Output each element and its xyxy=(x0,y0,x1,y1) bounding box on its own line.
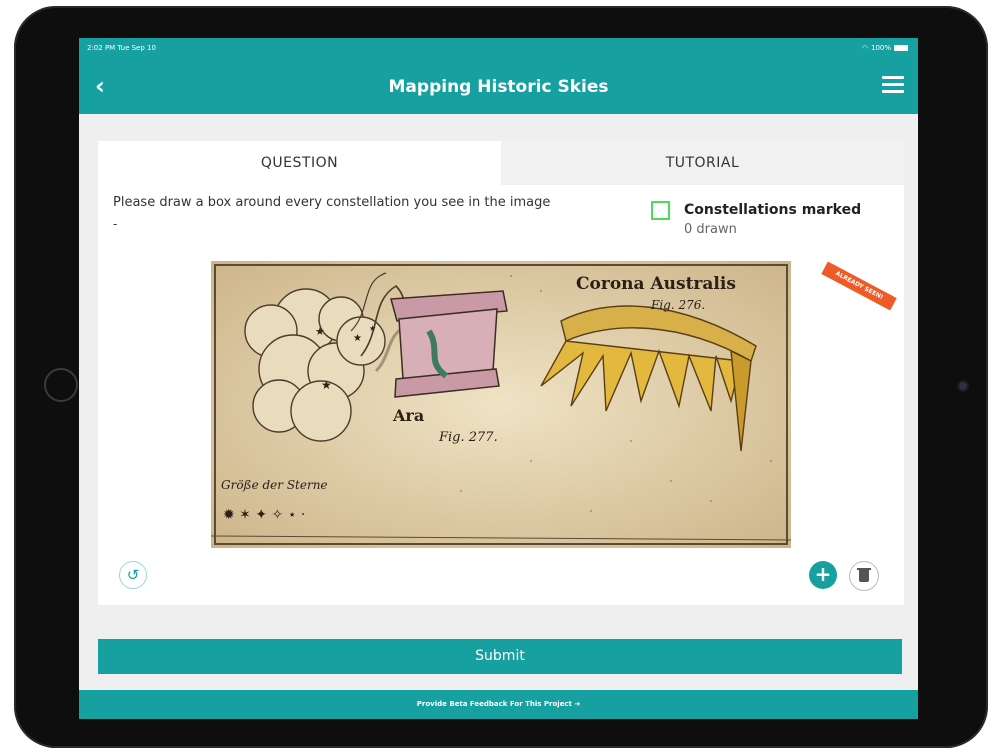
tab-question[interactable]: QUESTION xyxy=(98,141,501,185)
label-corona-figure: Fig. 276. xyxy=(650,298,705,312)
label-ara-figure: Fig. 277. xyxy=(438,430,498,445)
beta-feedback-link[interactable]: Provide Beta Feedback For This Project ➔ xyxy=(79,690,918,719)
tab-bar: QUESTION TUTORIAL xyxy=(98,141,904,185)
svg-text:★: ★ xyxy=(353,333,362,344)
status-bar: 2:02 PM Tue Sep 10 ◠ 100% xyxy=(79,38,918,60)
tool-label[interactable]: Constellations marked xyxy=(684,202,861,218)
wifi-icon: ◠ xyxy=(861,44,868,52)
already-seen-badge: ALREADY SEEN! xyxy=(821,261,897,311)
page-title: Mapping Historic Skies xyxy=(388,77,609,97)
star-size-legend-icons: ✹ ✶ ✦ ✧ ⋆ · xyxy=(223,507,305,523)
label-star-size-legend: Größe der Sterne xyxy=(221,478,328,492)
question-text: Please draw a box around every constella… xyxy=(113,195,551,210)
svg-text:★: ★ xyxy=(315,325,325,338)
add-mark-button[interactable]: + xyxy=(809,561,837,589)
star-chart-illustration: ★ ★ ★ ★ Corona Australis Fig. 276. Ara F… xyxy=(211,261,791,548)
home-button[interactable] xyxy=(44,368,78,402)
tool-count: 0 drawn xyxy=(684,222,737,237)
nav-bar: ‹ Mapping Historic Skies xyxy=(79,60,918,114)
delete-mark-button[interactable] xyxy=(849,561,879,591)
battery-icon xyxy=(894,45,908,51)
menu-button[interactable] xyxy=(882,76,904,94)
question-dash: - xyxy=(113,217,118,231)
hamburger-menu-icon xyxy=(882,76,904,79)
front-camera xyxy=(959,382,967,390)
task-card: QUESTION TUTORIAL Please draw a box arou… xyxy=(98,141,904,605)
app-screen: 2:02 PM Tue Sep 10 ◠ 100% ‹ Mapping Hist… xyxy=(79,38,918,719)
status-indicators: ◠ 100% xyxy=(862,44,908,52)
undo-button[interactable]: ↺ xyxy=(119,561,147,589)
subject-image[interactable]: ★ ★ ★ ★ Corona Australis Fig. 276. Ara F… xyxy=(211,261,791,548)
status-time: 2:02 PM Tue Sep 10 xyxy=(87,44,156,52)
undo-icon: ↺ xyxy=(126,566,140,584)
label-ara: Ara xyxy=(392,406,424,425)
tool-checkbox[interactable] xyxy=(651,201,670,220)
svg-text:★: ★ xyxy=(369,324,376,333)
battery-percent: 100% xyxy=(870,44,891,52)
svg-text:★: ★ xyxy=(321,378,332,392)
plus-icon: + xyxy=(814,562,832,586)
tab-tutorial[interactable]: TUTORIAL xyxy=(501,141,904,185)
label-corona-australis: Corona Australis xyxy=(576,274,736,294)
submit-button[interactable]: Submit xyxy=(98,639,902,674)
